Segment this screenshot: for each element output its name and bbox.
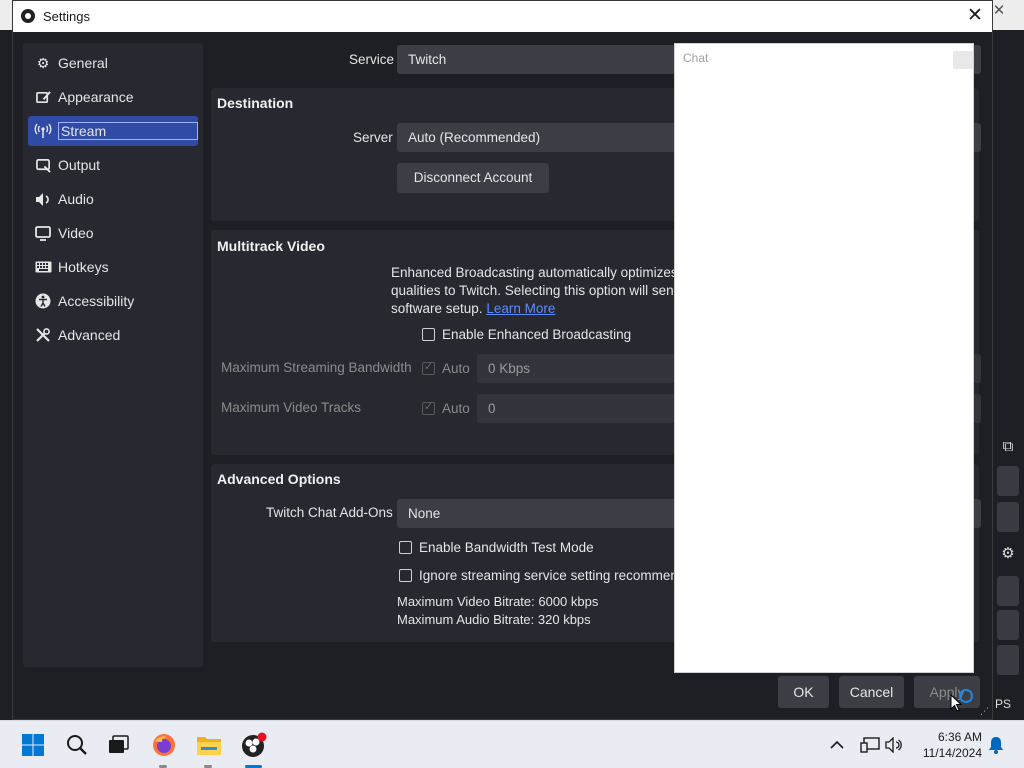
settings-window-title: Settings — [43, 9, 90, 24]
windows-start-icon[interactable] — [18, 730, 48, 760]
obs-control-button[interactable] — [997, 576, 1019, 606]
chat-popup[interactable]: Chat — [674, 43, 974, 673]
tools-icon — [34, 326, 52, 344]
sidebar-item-output[interactable]: Output — [28, 150, 198, 180]
sidebar-item-stream[interactable]: Stream — [28, 116, 198, 146]
sidebar-item-label: Accessibility — [58, 293, 135, 309]
resize-grip-icon[interactable]: ⋰ — [980, 706, 990, 716]
firefox-icon[interactable] — [149, 730, 179, 760]
sidebar-item-audio[interactable]: Audio — [28, 184, 198, 214]
sidebar-item-label: Audio — [58, 191, 94, 207]
mouse-cursor-icon — [950, 694, 962, 712]
bandwidth-test-checkbox[interactable] — [399, 541, 412, 554]
description-line: software setup. Learn More — [391, 300, 678, 318]
obs-control-button[interactable] — [997, 645, 1019, 675]
obs-control-button[interactable] — [997, 466, 1019, 496]
notification-bell-icon[interactable] — [988, 721, 1004, 768]
obs-control-button[interactable] — [997, 502, 1019, 532]
cancel-button[interactable]: Cancel — [839, 676, 904, 708]
task-view-icon[interactable] — [104, 730, 134, 760]
sidebar-item-general[interactable]: ⚙ General — [28, 48, 198, 78]
obs-taskbar-icon[interactable] — [239, 730, 269, 760]
max-audio-bitrate-text: Maximum Audio Bitrate: 320 kbps — [397, 612, 591, 627]
description-line-text: software setup. — [391, 301, 483, 316]
close-icon[interactable]: ✕ — [964, 5, 986, 27]
sidebar-item-label: Advanced — [58, 327, 121, 343]
ignore-recommendations-checkbox[interactable] — [399, 569, 412, 582]
clock-date: 11/14/2024 — [922, 746, 982, 760]
speaker-icon — [34, 190, 52, 208]
advanced-options-heading: Advanced Options — [217, 471, 341, 487]
sidebar-item-label: General — [58, 55, 108, 71]
obs-app-icon — [21, 9, 35, 23]
windows-taskbar: 6:36 AM 11/14/2024 — [0, 720, 1024, 768]
enable-enhanced-broadcasting-label: Enable Enhanced Broadcasting — [442, 327, 632, 342]
volume-icon[interactable] — [885, 721, 905, 768]
chat-addons-label: Twitch Chat Add-Ons — [266, 505, 393, 520]
destination-heading: Destination — [217, 95, 294, 111]
obs-settings-gear-icon[interactable]: ⚙ — [997, 543, 1019, 565]
chat-close-icon[interactable] — [953, 51, 973, 69]
obs-status-fps: PS — [995, 697, 1012, 711]
broadcast-icon — [34, 122, 52, 140]
tracks-auto-label: Auto — [442, 401, 470, 416]
search-icon[interactable] — [62, 730, 92, 760]
max-bandwidth-label: Maximum Streaming Bandwidth — [221, 360, 412, 375]
sidebar-item-label: Output — [58, 157, 101, 173]
max-video-bitrate-text: Maximum Video Bitrate: 6000 kbps — [397, 594, 599, 609]
server-label: Server — [353, 130, 393, 145]
bandwidth-test-label: Enable Bandwidth Test Mode — [419, 540, 594, 555]
dock-undock-icon[interactable]: ⧉ — [997, 436, 1019, 458]
sidebar-item-label: Video — [58, 225, 94, 241]
sidebar-item-video[interactable]: Video — [28, 218, 198, 248]
obs-main-left-panel — [0, 30, 12, 720]
sidebar-item-label: Appearance — [58, 89, 134, 105]
clock-time: 6:36 AM — [937, 730, 982, 744]
chat-title: Chat — [683, 51, 709, 65]
multitrack-heading: Multitrack Video — [217, 238, 325, 254]
max-video-tracks-label: Maximum Video Tracks — [221, 400, 362, 415]
keyboard-icon — [34, 258, 52, 276]
gear-icon: ⚙ — [36, 54, 50, 71]
accessibility-icon — [34, 292, 52, 310]
bandwidth-auto-checkbox[interactable] — [422, 360, 435, 375]
sidebar-item-advanced[interactable]: Advanced — [28, 320, 198, 350]
bandwidth-auto-label: Auto — [442, 361, 470, 376]
tracks-auto-checkbox[interactable] — [422, 400, 435, 415]
description-line: qualities to Twitch. Selecting this opti… — [391, 283, 674, 298]
disconnect-account-button[interactable]: Disconnect Account — [397, 163, 549, 193]
brush-icon — [34, 88, 52, 106]
multitrack-description: Enhanced Broadcasting automatically opti… — [391, 264, 678, 318]
sidebar-item-appearance[interactable]: Appearance — [28, 82, 198, 112]
sidebar-item-accessibility[interactable]: Accessibility — [28, 286, 198, 316]
settings-titlebar: Settings ✕ — [13, 1, 992, 32]
settings-sidebar: ⚙ General Appearance Stream Output Audio… — [23, 43, 203, 667]
sidebar-item-label: Hotkeys — [58, 259, 109, 275]
output-icon — [34, 156, 52, 174]
enable-enhanced-broadcasting-checkbox[interactable] — [422, 328, 435, 341]
description-line: Enhanced Broadcasting automatically opti… — [391, 265, 678, 280]
sidebar-item-hotkeys[interactable]: Hotkeys — [28, 252, 198, 282]
learn-more-link[interactable]: Learn More — [486, 301, 555, 316]
ignore-recommendations-label: Ignore streaming service setting recomme… — [419, 568, 678, 583]
chat-header: Chat — [675, 44, 973, 72]
monitor-icon — [34, 224, 52, 242]
sidebar-item-label: Stream — [58, 122, 198, 140]
taskbar-clock[interactable]: 6:36 AM 11/14/2024 — [910, 729, 982, 761]
service-label: Service — [349, 52, 395, 67]
obs-control-button[interactable] — [997, 610, 1019, 640]
ok-button[interactable]: OK — [778, 676, 829, 708]
file-explorer-icon[interactable] — [194, 730, 224, 760]
network-icon[interactable] — [860, 721, 880, 768]
tray-overflow-icon[interactable] — [830, 721, 844, 768]
